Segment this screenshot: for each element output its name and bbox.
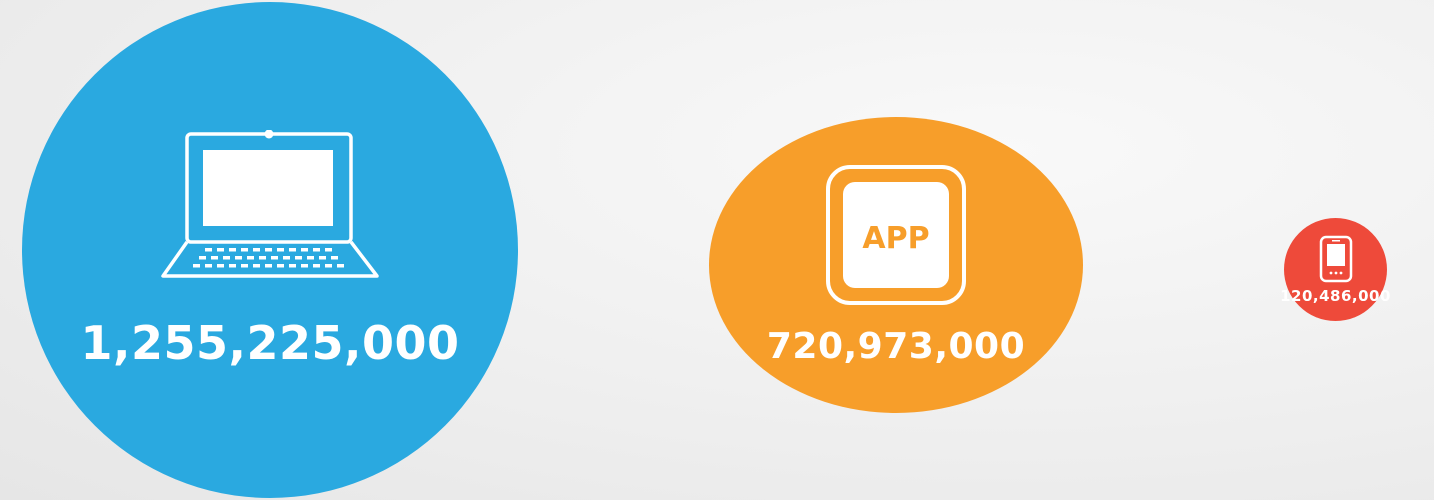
smartphone-icon <box>1319 235 1353 283</box>
app-stat-bubble: APP 720,973,000 <box>709 117 1083 413</box>
desktop-value: 1,255,225,000 <box>80 316 460 370</box>
app-icon: APP <box>825 164 967 306</box>
laptop-icon <box>159 130 381 280</box>
mobile-value: 120,486,000 <box>1280 286 1391 305</box>
desktop-stat-bubble: 1,255,225,000 <box>22 2 518 498</box>
app-icon-label: APP <box>862 221 929 256</box>
app-value: 720,973,000 <box>766 325 1026 367</box>
mobile-stat-bubble: 120,486,000 <box>1280 218 1390 321</box>
